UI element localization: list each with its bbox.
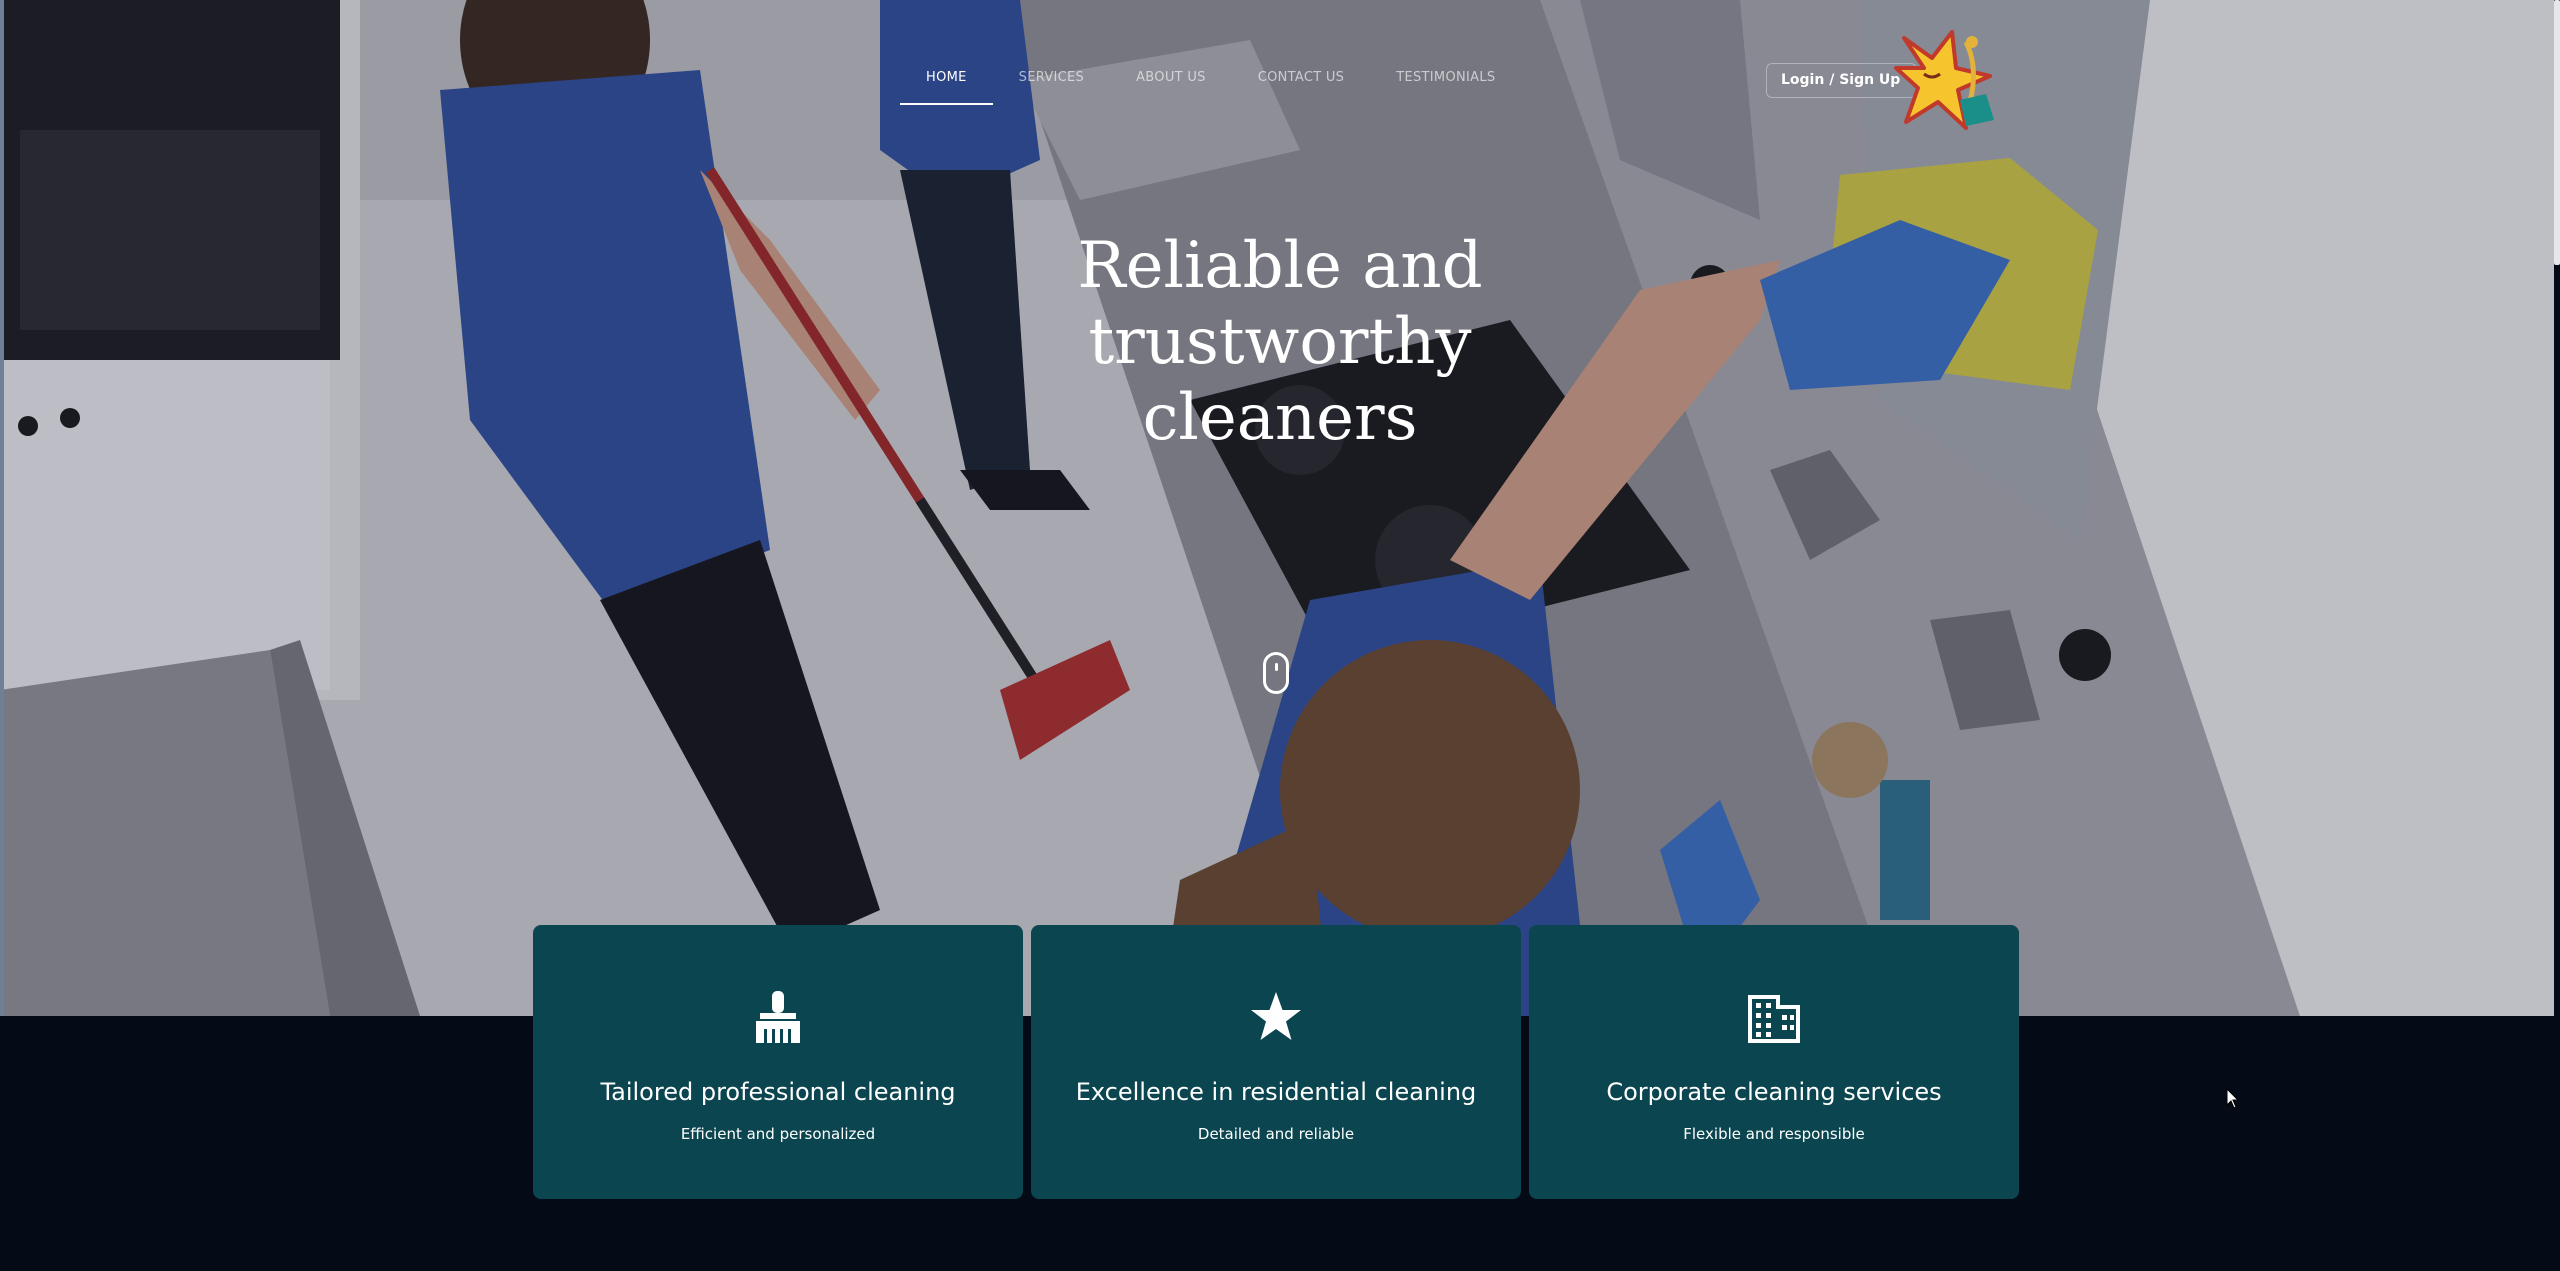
hero-section: HOME SERVICES ABOUT US CONTACT US TESTIM… <box>0 0 2554 1016</box>
feature-cards: Tailored professional cleaning Efficient… <box>533 925 2019 1199</box>
feature-card-tailored[interactable]: Tailored professional cleaning Efficient… <box>533 925 1023 1199</box>
nav-item-testimonials[interactable]: TESTIMONIALS <box>1370 64 1521 105</box>
building-icon <box>1748 995 1800 1043</box>
mouse-scroll-icon[interactable] <box>1263 652 1289 694</box>
feature-card-subtitle: Efficient and personalized <box>680 1125 876 1143</box>
nav-item-services[interactable]: SERVICES <box>993 64 1110 105</box>
star-icon <box>1251 992 1301 1040</box>
broom-icon <box>756 991 800 1043</box>
feature-card-title: Excellence in residential cleaning <box>1075 1078 1477 1106</box>
main-nav: HOME SERVICES ABOUT US CONTACT US TESTIM… <box>900 64 1521 105</box>
hero-headline-line2: cleaners <box>1142 381 1418 455</box>
nav-item-contact-us[interactable]: CONTACT US <box>1232 64 1371 105</box>
nav-item-home[interactable]: HOME <box>900 64 993 105</box>
feature-card-subtitle: Flexible and responsible <box>1683 1125 1865 1143</box>
nav-item-about-us[interactable]: ABOUT US <box>1110 64 1232 105</box>
feature-card-title: Corporate cleaning services <box>1606 1078 1942 1106</box>
left-edge-strip <box>0 0 4 1016</box>
page-scrollbar-thumb[interactable] <box>2554 0 2560 265</box>
feature-card-residential[interactable]: Excellence in residential cleaning Detai… <box>1031 925 1521 1199</box>
feature-card-subtitle: Detailed and reliable <box>1197 1125 1355 1143</box>
page-scrollbar[interactable] <box>2554 0 2560 1271</box>
page: HOME SERVICES ABOUT US CONTACT US TESTIM… <box>0 0 2560 1271</box>
brand-logo[interactable] <box>1894 28 2000 134</box>
feature-card-title: Tailored professional cleaning <box>600 1078 956 1106</box>
feature-card-corporate[interactable]: Corporate cleaning services Flexible and… <box>1529 925 2019 1199</box>
hero-headline: Reliable and trustworthy cleaners <box>880 228 1680 456</box>
hero-headline-line1: Reliable and trustworthy <box>1077 229 1483 379</box>
hero-overlay <box>0 0 2554 1016</box>
mouse-cursor-icon <box>2226 1088 2240 1109</box>
